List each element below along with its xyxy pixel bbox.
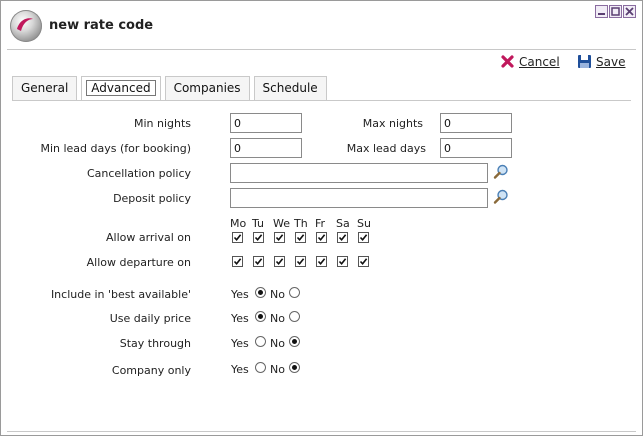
day-header-mo: Mo [230,217,247,230]
allow-departure-checkbox-sa[interactable] [337,256,348,267]
cancel-icon [501,55,514,68]
deposit-policy-input[interactable] [230,188,488,208]
allow-departure-checkbox-mo[interactable] [232,256,243,267]
min-nights-label: Min nights [133,117,191,130]
company-only-no-radio[interactable] [289,362,300,373]
cancel-label: Cancel [519,54,560,69]
company-only-label: Company only [111,364,191,377]
min-nights-input[interactable] [230,113,302,133]
rate-code-window: new rate code Cancel Save General Advanc… [0,0,643,436]
tab-advanced-label: Advanced [86,80,156,96]
title-bar: new rate code [1,1,642,49]
maximize-icon[interactable] [609,5,622,18]
use-daily-price-yes-label: Yes [231,312,249,325]
stay-through-label: Stay through [119,337,191,350]
min-lead-days-label: Min lead days (for booking) [40,142,191,155]
tab-bar: General Advanced Companies Schedule [12,76,327,101]
day-header-fr: Fr [315,217,326,230]
day-header-we: We [273,217,290,230]
cancel-button[interactable]: Cancel [500,54,560,69]
minimize-icon[interactable] [595,5,608,18]
save-label: Save [596,54,626,69]
day-header-tu: Tu [252,217,265,230]
tab-schedule-label: Schedule [262,81,318,95]
close-icon[interactable] [623,5,636,18]
allow-departure-checkbox-fr[interactable] [316,256,327,267]
allow-departure-checkbox-tu[interactable] [253,256,264,267]
save-icon [578,55,591,68]
allow-departure-checkbox-th[interactable] [295,256,306,267]
include-best-no-radio[interactable] [289,287,300,298]
tab-general[interactable]: General [12,76,78,100]
tab-advanced[interactable]: Advanced [81,76,161,101]
tab-schedule[interactable]: Schedule [253,76,327,100]
tab-companies-label: Companies [173,81,241,95]
tab-general-label: General [21,81,69,95]
allow-arrival-checkbox-we[interactable] [274,232,285,243]
window-title: new rate code [49,18,154,33]
allow-departure-checkbox-we[interactable] [274,256,285,267]
app-logo-icon [10,10,42,42]
day-header-sa: Sa [336,217,350,230]
allow-arrival-checkbox-mo[interactable] [232,232,243,243]
toolbar: Cancel Save [1,50,642,74]
max-nights-label: Max nights [362,117,423,130]
allow-arrival-checkbox-th[interactable] [295,232,306,243]
use-daily-price-yes-radio[interactable] [255,311,266,322]
company-only-yes-label: Yes [231,363,249,376]
cancellation-policy-input[interactable] [230,163,488,183]
company-only-no-label: No [270,363,285,376]
allow-arrival-checkbox-su[interactable] [358,232,369,243]
max-nights-input[interactable] [440,113,512,133]
include-best-no-label: No [270,288,285,301]
allow-arrival-checkbox-fr[interactable] [316,232,327,243]
deposit-policy-search-icon[interactable] [493,189,509,205]
cancellation-policy-label: Cancellation policy [86,167,191,180]
max-lead-days-label: Max lead days [346,142,426,155]
day-header-th: Th [294,217,308,230]
allow-departure-label: Allow departure on [86,256,191,269]
day-header-su: Su [357,217,371,230]
allow-arrival-checkbox-tu[interactable] [253,232,264,243]
stay-through-no-label: No [270,337,285,350]
include-best-yes-label: Yes [231,288,249,301]
use-daily-price-no-label: No [270,312,285,325]
stay-through-yes-radio[interactable] [255,336,266,347]
window-controls [595,5,636,18]
deposit-policy-label: Deposit policy [113,192,191,205]
stay-through-yes-label: Yes [231,337,249,350]
max-lead-days-input[interactable] [440,138,512,158]
tab-underline [12,100,631,101]
tab-companies[interactable]: Companies [164,76,250,100]
include-best-yes-radio[interactable] [255,287,266,298]
stay-through-no-radio[interactable] [289,336,300,347]
company-only-yes-radio[interactable] [255,362,266,373]
allow-arrival-label: Allow arrival on [105,231,191,244]
cancellation-policy-search-icon[interactable] [493,164,509,180]
include-best-available-label: Include in 'best available' [50,288,191,301]
allow-departure-checkbox-su[interactable] [358,256,369,267]
use-daily-price-label: Use daily price [109,312,191,325]
allow-arrival-checkbox-sa[interactable] [337,232,348,243]
bottom-divider [7,431,636,432]
use-daily-price-no-radio[interactable] [289,311,300,322]
save-button[interactable]: Save [577,54,625,69]
min-lead-days-input[interactable] [230,138,302,158]
